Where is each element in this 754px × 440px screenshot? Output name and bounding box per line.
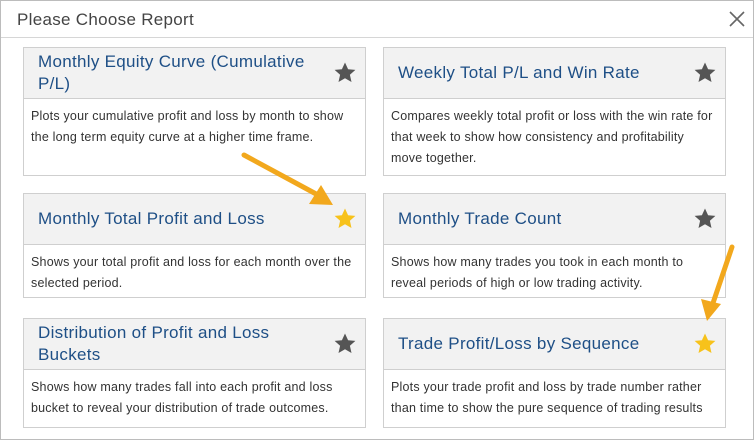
star-icon-active[interactable]: [693, 332, 717, 356]
report-card-monthly-total-pl[interactable]: Monthly Total Profit and Loss Shows your…: [23, 193, 366, 298]
header-divider: [1, 37, 753, 38]
report-card-monthly-equity-curve[interactable]: Monthly Equity Curve (Cumulative P/L) Pl…: [23, 47, 366, 176]
report-title[interactable]: Monthly Equity Curve (Cumulative P/L): [38, 51, 318, 95]
report-description: Shows how many trades you took in each m…: [391, 255, 684, 290]
report-description: Shows how many trades fall into each pro…: [31, 380, 333, 415]
report-description: Compares weekly total profit or loss wit…: [391, 109, 713, 165]
report-card-header[interactable]: Weekly Total P/L and Win Rate: [384, 48, 725, 99]
report-description: Plots your cumulative profit and loss by…: [31, 109, 344, 144]
report-title[interactable]: Weekly Total P/L and Win Rate: [398, 62, 678, 84]
report-title[interactable]: Trade Profit/Loss by Sequence: [398, 333, 678, 355]
report-card-trade-pl-sequence[interactable]: Trade Profit/Loss by Sequence Plots your…: [383, 318, 726, 428]
dialog-header: Please Choose Report: [1, 1, 753, 37]
report-card-header[interactable]: Monthly Equity Curve (Cumulative P/L): [24, 48, 365, 99]
report-title[interactable]: Monthly Total Profit and Loss: [38, 208, 318, 230]
star-icon-active[interactable]: [333, 207, 357, 231]
star-icon[interactable]: [333, 332, 357, 356]
close-icon[interactable]: [727, 9, 747, 29]
report-card-header[interactable]: Monthly Total Profit and Loss: [24, 194, 365, 245]
star-icon[interactable]: [693, 207, 717, 231]
report-card-header[interactable]: Distribution of Profit and Loss Buckets: [24, 319, 365, 370]
report-description: Shows your total profit and loss for eac…: [31, 255, 352, 290]
report-card-distribution-buckets[interactable]: Distribution of Profit and Loss Buckets …: [23, 318, 366, 428]
report-card-header[interactable]: Monthly Trade Count: [384, 194, 725, 245]
star-icon[interactable]: [693, 61, 717, 85]
report-title[interactable]: Distribution of Profit and Loss Buckets: [38, 322, 308, 366]
report-chooser-dialog: Please Choose Report Monthly Equity Curv…: [0, 0, 754, 440]
report-card-weekly-total-pl[interactable]: Weekly Total P/L and Win Rate Compares w…: [383, 47, 726, 176]
report-description: Plots your trade profit and loss by trad…: [391, 380, 703, 415]
report-title[interactable]: Monthly Trade Count: [398, 208, 678, 230]
report-card-header[interactable]: Trade Profit/Loss by Sequence: [384, 319, 725, 370]
report-card-monthly-trade-count[interactable]: Monthly Trade Count Shows how many trade…: [383, 193, 726, 298]
dialog-title: Please Choose Report: [17, 10, 195, 29]
star-icon[interactable]: [333, 61, 357, 85]
